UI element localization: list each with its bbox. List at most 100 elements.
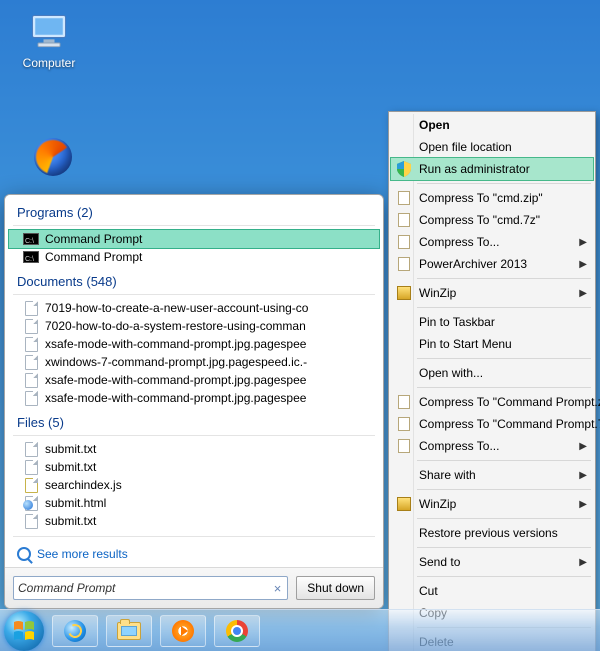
- document-item[interactable]: xsafe-mode-with-command-prompt.jpg.pages…: [9, 335, 379, 353]
- document-label: 7019-how-to-create-a-new-user-account-us…: [45, 301, 308, 315]
- context-menu-item[interactable]: Cut: [391, 580, 593, 602]
- firefox-icon: [34, 138, 72, 176]
- context-menu-item[interactable]: Compress To "cmd.zip": [391, 187, 593, 209]
- context-menu-item[interactable]: WinZip ▶: [391, 282, 593, 304]
- menu-separator: [417, 358, 591, 359]
- winzip-icon: [395, 284, 413, 302]
- context-menu-item[interactable]: Compress To "Command Prompt.7z": [391, 413, 593, 435]
- desktop-icon-computer[interactable]: Computer: [14, 10, 84, 70]
- file-icon: [23, 390, 39, 406]
- section-programs-header: Programs (2): [9, 201, 379, 223]
- menu-separator: [417, 489, 591, 490]
- document-label: xsafe-mode-with-command-prompt.jpg.pages…: [45, 337, 306, 351]
- program-item-label: Command Prompt: [45, 250, 142, 264]
- file-icon: [23, 372, 39, 388]
- context-menu: Open Open file location Run as administrat…: [388, 111, 596, 651]
- search-box[interactable]: ×: [13, 576, 288, 600]
- context-menu-item[interactable]: Compress To "cmd.7z": [391, 209, 593, 231]
- taskbar-chrome[interactable]: [214, 615, 260, 647]
- file-icon: [23, 513, 39, 529]
- context-menu-label: Open with...: [419, 366, 483, 380]
- context-menu-item[interactable]: Compress To...▶: [391, 435, 593, 457]
- context-menu-label: Compress To...: [419, 439, 499, 453]
- context-menu-item[interactable]: Open file location: [391, 136, 593, 158]
- context-menu-item[interactable]: WinZip ▶: [391, 493, 593, 515]
- file-icon: [23, 441, 39, 457]
- cmd-icon: [23, 231, 39, 247]
- context-menu-item[interactable]: Open with...: [391, 362, 593, 384]
- submenu-arrow-icon: ▶: [579, 259, 587, 270]
- archive-icon: [395, 437, 413, 455]
- computer-icon: [27, 10, 71, 54]
- context-menu-item[interactable]: Share with▶: [391, 464, 593, 486]
- file-icon: [23, 300, 39, 316]
- context-menu-item[interactable]: Compress To "Command Prompt.zip": [391, 391, 593, 413]
- archive-icon: [395, 189, 413, 207]
- context-menu-label: Pin to Taskbar: [419, 315, 495, 329]
- document-item[interactable]: 7019-how-to-create-a-new-user-account-us…: [9, 299, 379, 317]
- submenu-arrow-icon: ▶: [579, 288, 587, 299]
- clear-search-icon[interactable]: ×: [272, 581, 284, 596]
- context-menu-item[interactable]: Open: [391, 114, 593, 136]
- context-menu-item[interactable]: Run as administrator: [391, 158, 593, 180]
- desktop-icon-label: Computer: [14, 56, 84, 70]
- document-label: xsafe-mode-with-command-prompt.jpg.pages…: [45, 373, 306, 387]
- document-label: xwindows-7-command-prompt.jpg.pagespeed.…: [45, 355, 307, 369]
- context-menu-label: Open file location: [419, 140, 512, 154]
- file-icon: [23, 495, 39, 511]
- shutdown-button[interactable]: Shut down: [296, 576, 375, 600]
- taskbar-ie[interactable]: [52, 615, 98, 647]
- taskbar-explorer[interactable]: [106, 615, 152, 647]
- context-menu-label: Compress To...: [419, 235, 499, 249]
- search-input[interactable]: [18, 581, 272, 595]
- context-menu-item[interactable]: Pin to Taskbar: [391, 311, 593, 333]
- media-player-icon: [172, 620, 194, 642]
- file-icon: [23, 318, 39, 334]
- context-menu-label: Compress To "cmd.7z": [419, 213, 540, 227]
- program-item-label: Command Prompt: [45, 232, 142, 246]
- shield-icon: [395, 160, 413, 178]
- file-item[interactable]: searchindex.js: [9, 476, 379, 494]
- context-menu-label: WinZip: [419, 497, 456, 511]
- document-item[interactable]: xsafe-mode-with-command-prompt.jpg.pages…: [9, 389, 379, 407]
- submenu-arrow-icon: ▶: [579, 557, 587, 568]
- file-item[interactable]: submit.html: [9, 494, 379, 512]
- search-icon: [17, 547, 31, 561]
- file-item[interactable]: submit.txt: [9, 512, 379, 530]
- file-item[interactable]: submit.txt: [9, 458, 379, 476]
- taskbar: [0, 609, 600, 651]
- document-item[interactable]: xsafe-mode-with-command-prompt.jpg.pages…: [9, 371, 379, 389]
- submenu-arrow-icon: ▶: [579, 499, 587, 510]
- cmd-icon: [23, 249, 39, 265]
- context-menu-item[interactable]: PowerArchiver 2013 ▶: [391, 253, 593, 275]
- chrome-icon: [226, 620, 248, 642]
- context-menu-label: Compress To "Command Prompt.7z": [419, 417, 600, 431]
- section-documents-header: Documents (548): [9, 270, 379, 292]
- start-menu-footer: × Shut down: [5, 567, 383, 608]
- context-menu-label: PowerArchiver 2013: [419, 257, 527, 271]
- start-menu: Programs (2) Command Prompt Command Prom…: [4, 194, 384, 609]
- context-menu-label: Compress To "cmd.zip": [419, 191, 543, 205]
- menu-separator: [417, 307, 591, 308]
- context-menu-item[interactable]: Pin to Start Menu: [391, 333, 593, 355]
- desktop-icon-firefox[interactable]: [18, 138, 88, 178]
- context-menu-label: Cut: [419, 584, 438, 598]
- context-menu-item[interactable]: Send to▶: [391, 551, 593, 573]
- menu-separator: [417, 387, 591, 388]
- document-item[interactable]: 7020-how-to-do-a-system-restore-using-co…: [9, 317, 379, 335]
- archive-icon: [395, 211, 413, 229]
- context-menu-label: Restore previous versions: [419, 526, 558, 540]
- windows-logo-icon: [12, 619, 36, 643]
- file-item[interactable]: submit.txt: [9, 440, 379, 458]
- start-button[interactable]: [4, 611, 44, 651]
- context-menu-label: WinZip: [419, 286, 456, 300]
- context-menu-label: Share with: [419, 468, 476, 482]
- menu-separator: [417, 278, 591, 279]
- taskbar-media[interactable]: [160, 615, 206, 647]
- context-menu-item[interactable]: Restore previous versions: [391, 522, 593, 544]
- document-item[interactable]: xwindows-7-command-prompt.jpg.pagespeed.…: [9, 353, 379, 371]
- program-item-command-prompt[interactable]: Command Prompt: [9, 230, 379, 248]
- see-more-results[interactable]: See more results: [9, 541, 379, 567]
- program-item-command-prompt[interactable]: Command Prompt: [9, 248, 379, 266]
- context-menu-item[interactable]: Compress To...▶: [391, 231, 593, 253]
